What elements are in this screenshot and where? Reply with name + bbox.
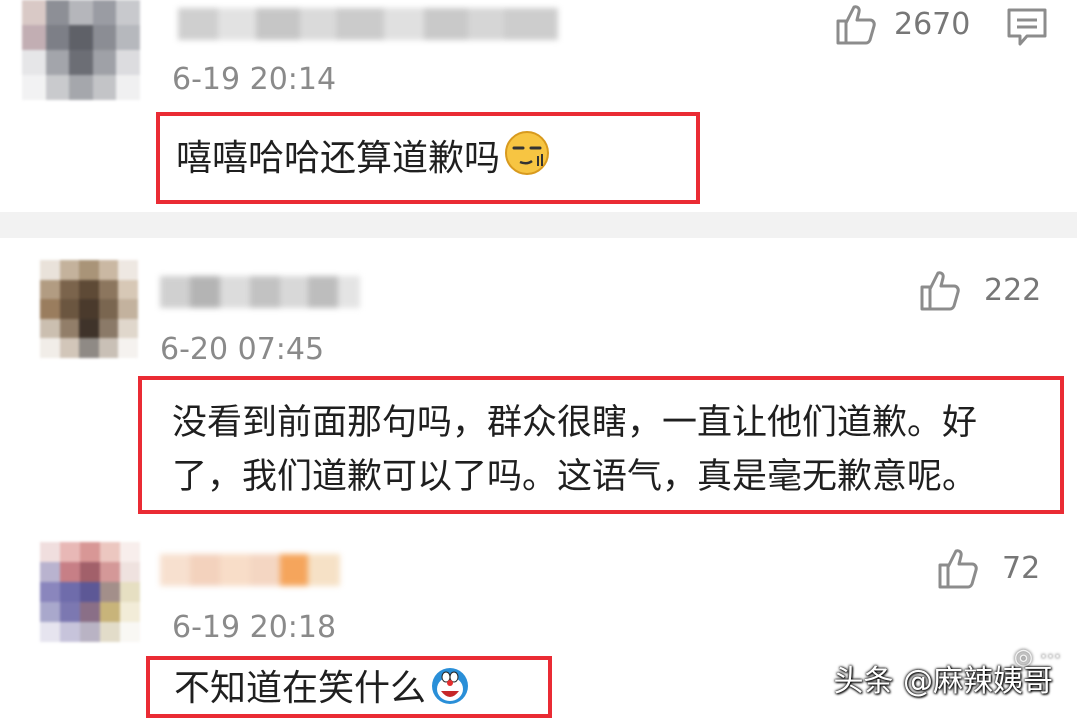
- username-blurred[interactable]: [160, 554, 340, 586]
- thumbs-up-icon: [920, 271, 960, 311]
- username-blurred[interactable]: [160, 276, 360, 308]
- thumbs-up-icon: [938, 549, 978, 589]
- avatar[interactable]: [40, 260, 138, 358]
- avatar[interactable]: [22, 0, 140, 100]
- comment-timestamp: 6-19 20:14: [172, 62, 337, 97]
- thumbs-up-icon: [836, 5, 876, 45]
- smirk-face-emoji: [504, 130, 550, 192]
- like-count: 2670: [894, 6, 971, 42]
- comment-text-highlight: 嘻嘻哈哈还算道歉吗: [156, 112, 700, 204]
- comment-text: 不知道在笑什么: [174, 668, 427, 709]
- reply-button[interactable]: [1006, 6, 1048, 52]
- comment-text-line-1: 没看到前面那句吗，群众很瞎，一直让他们道歉。好: [172, 403, 978, 443]
- comment-divider: [0, 212, 1077, 238]
- comment-item-2: 6-20 07:45 222 没看到前面那句吗，群众很瞎，一直让他们道歉。好 了…: [0, 238, 1077, 528]
- like-count: 72: [1002, 550, 1041, 586]
- comment-text-highlight: 不知道在笑什么: [146, 656, 552, 718]
- watermark-text: 头条 @麻辣姨哥: [833, 664, 1053, 699]
- doraemon-emoji: [430, 666, 470, 724]
- comment-text: 嘻嘻哈哈还算道歉吗: [176, 138, 501, 179]
- like-button[interactable]: 2670: [834, 2, 970, 46]
- comment-bubble-icon: [1007, 8, 1047, 46]
- username-blurred[interactable]: [178, 8, 558, 40]
- comment-text-line-2: 了，我们道歉可以了吗。这语气，真是毫无歉意呢。: [172, 457, 978, 497]
- like-count: 222: [984, 272, 1042, 308]
- comment-text-highlight: 没看到前面那句吗，群众很瞎，一直让他们道歉。好 了，我们道歉可以了吗。这语气，真…: [138, 376, 1064, 514]
- like-button[interactable]: 222: [918, 268, 1041, 312]
- comment-timestamp: 6-19 20:18: [172, 610, 337, 645]
- avatar[interactable]: [40, 542, 140, 642]
- like-button[interactable]: 72: [936, 546, 1040, 590]
- comment-item-1: 6-19 20:14 2670 嘻嘻哈哈还算道歉吗: [0, 0, 1077, 212]
- comment-timestamp: 6-20 07:45: [160, 332, 325, 367]
